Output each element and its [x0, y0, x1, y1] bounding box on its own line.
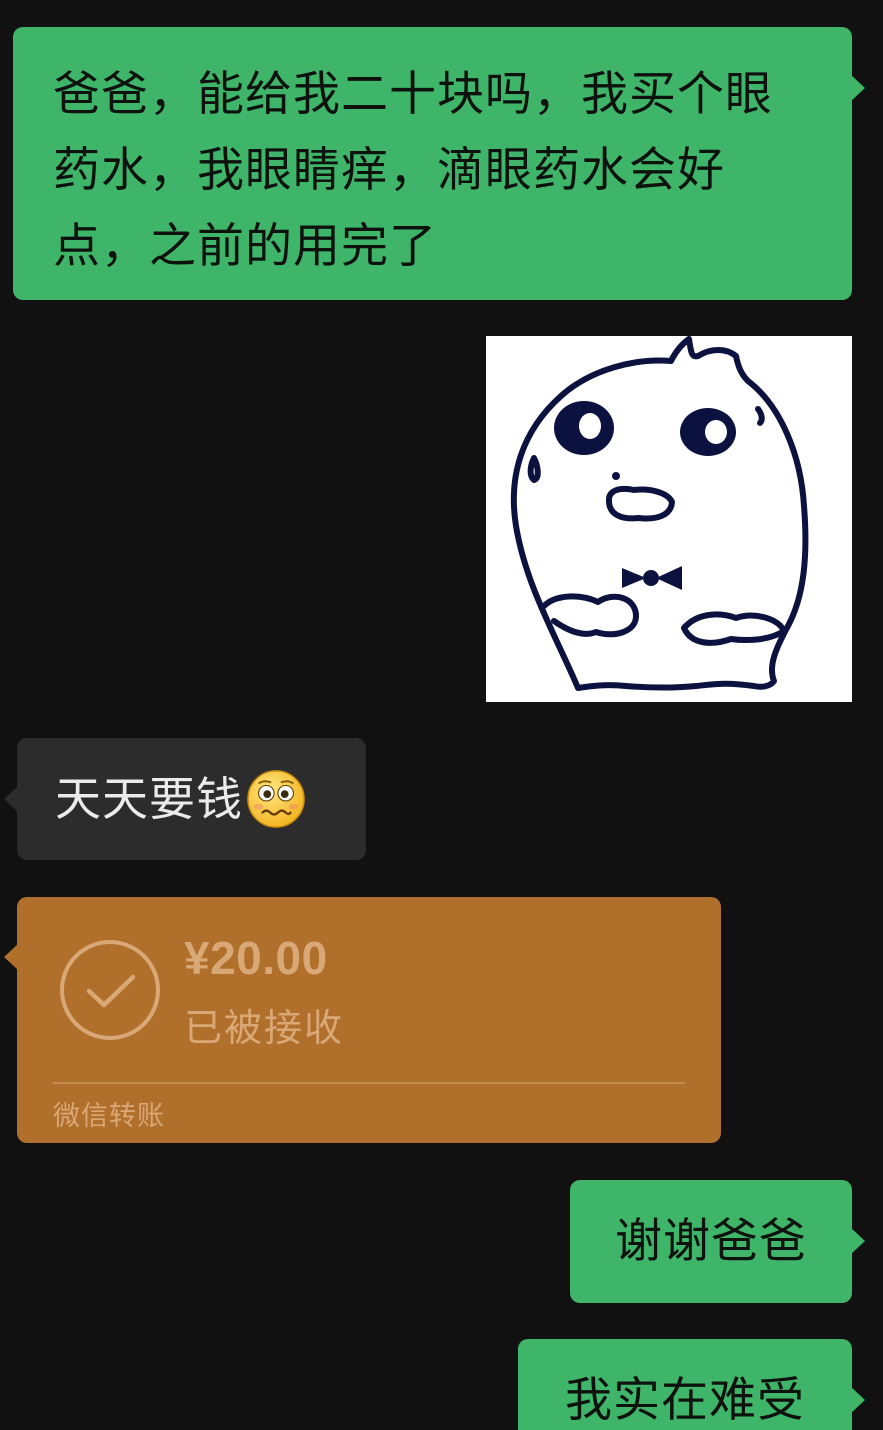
shocked-bun-sticker-icon	[510, 336, 809, 691]
sent-message-bubble[interactable]: 我实在难受	[518, 1339, 865, 1430]
transfer-amount: ¥20.00	[184, 932, 328, 984]
received-message-bubble[interactable]: 天天要钱	[4, 738, 366, 860]
message-text: 爸爸，能给我二十块吗，我买个眼药水，我眼睛痒，滴眼药水会好点，之前的用完了	[53, 67, 773, 274]
sticker-image[interactable]	[486, 336, 852, 702]
sent-message-bubble[interactable]: 谢谢爸爸	[570, 1180, 865, 1303]
divider	[53, 1082, 685, 1084]
message-text: 谢谢爸爸	[615, 1213, 807, 1269]
woozy-face-emoji-icon	[247, 770, 305, 828]
transfer-footer-label: 微信转账	[53, 1101, 165, 1132]
message-text: 我实在难受	[565, 1372, 805, 1428]
sent-message-bubble[interactable]: 爸爸，能给我二十块吗，我买个眼药水，我眼睛痒，滴眼药水会好点，之前的用完了	[13, 27, 865, 300]
message-text: 天天要钱	[55, 772, 243, 826]
chat-conversation: 爸爸，能给我二十块吗，我买个眼药水，我眼睛痒，滴眼药水会好点，之前的用完了 天天…	[0, 0, 883, 1430]
check-circle-icon	[60, 940, 160, 1040]
transfer-card[interactable]: ¥20.00 已被接收 微信转账	[4, 897, 721, 1143]
transfer-status: 已被接收	[184, 1006, 345, 1050]
